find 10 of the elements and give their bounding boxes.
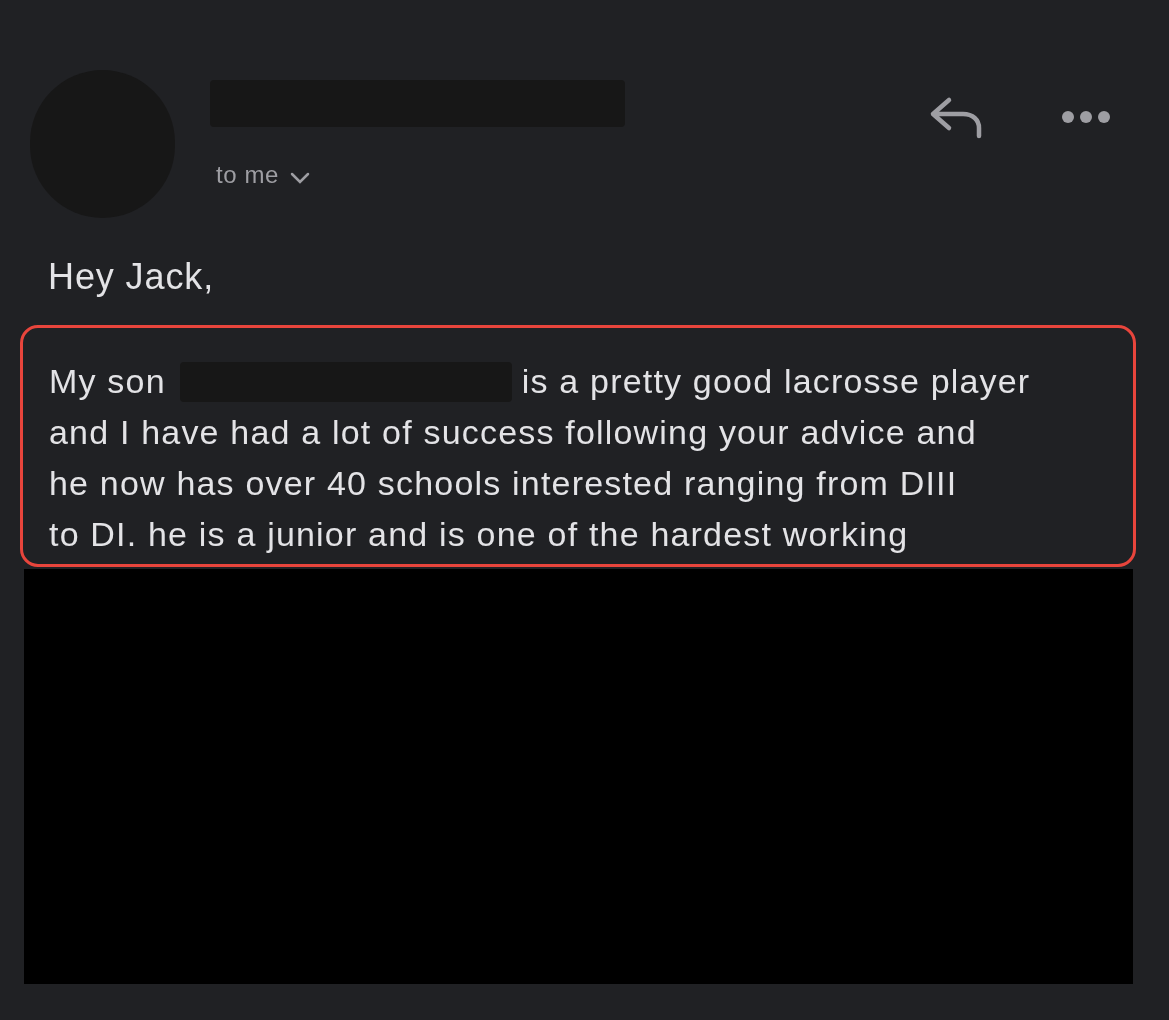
paragraph-text: he now has over 40 schools interested ranging from DIII bbox=[49, 463, 958, 504]
paragraph-text: My son bbox=[49, 361, 166, 402]
more-button[interactable] bbox=[1061, 110, 1111, 124]
more-icon bbox=[1061, 110, 1111, 124]
recipient-toggle[interactable]: to me bbox=[216, 157, 625, 193]
paragraph-text: and I have had a lot of success following your advice and bbox=[49, 412, 977, 453]
paragraph-text: is a pretty good lacrosse player bbox=[521, 361, 1031, 402]
chevron-down-icon bbox=[289, 171, 312, 185]
paragraph-text: to DI. he is a junior and is one of the hardest working bbox=[49, 514, 909, 555]
greeting: Hey Jack, bbox=[48, 255, 215, 299]
